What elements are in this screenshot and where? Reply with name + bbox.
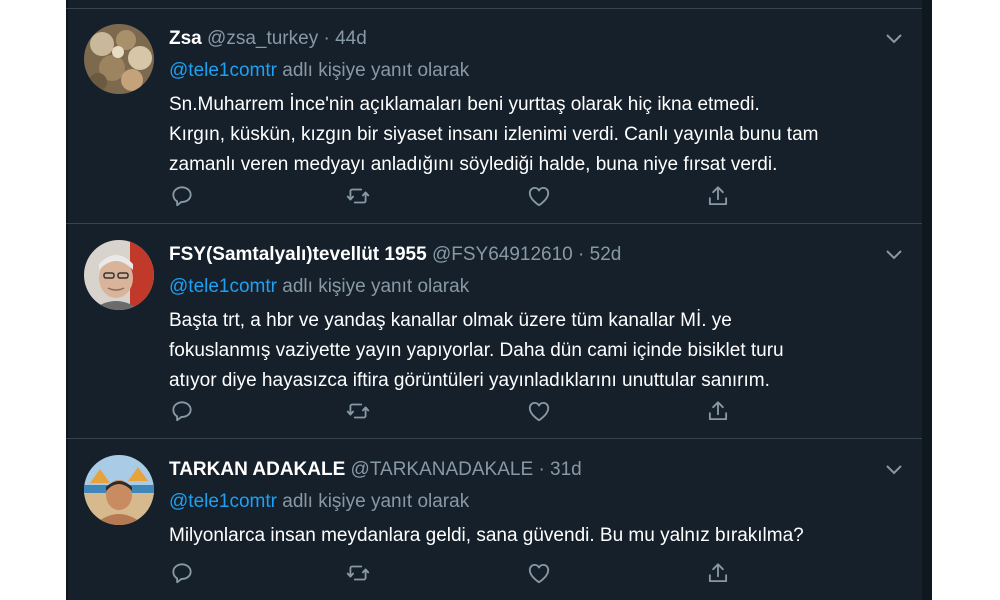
display-name[interactable]: FSY(Samtalyalı)tevellüt 1955 <box>169 244 427 265</box>
reply-context: @tele1comtr adlı kişiye yanıt olarak <box>169 58 892 84</box>
tweet-age[interactable]: 52d <box>590 244 622 265</box>
display-name[interactable]: TARKAN ADAKALE <box>169 459 345 480</box>
avatar[interactable] <box>84 240 154 310</box>
tweet-age[interactable]: 31d <box>550 459 582 480</box>
user-handle[interactable]: @TARKANADAKALE <box>351 459 534 480</box>
tweet-text-line: fokuslanmış vaziyette yayın yapıyorlar. … <box>169 340 784 361</box>
user-handle[interactable]: @zsa_turkey <box>207 28 318 49</box>
reply-icon[interactable] <box>169 183 195 209</box>
retweet-icon[interactable] <box>345 398 371 424</box>
tweet-feed: Zsa @zsa_turkey · 44d @tele1comtr adlı k… <box>66 0 932 600</box>
tweet-text-line: Sn.Muharrem İnce'nin açıklamaları beni y… <box>169 94 760 115</box>
reply-context-label: adlı kişiye yanıt olarak <box>277 276 470 297</box>
mention-link[interactable]: @tele1comtr <box>169 491 277 512</box>
separator-dot: · <box>323 28 330 49</box>
share-icon[interactable] <box>705 560 731 586</box>
avatar-image <box>84 455 154 525</box>
heart-icon[interactable] <box>526 560 552 586</box>
reply-context-label: adlı kişiye yanıt olarak <box>277 491 470 512</box>
reply-icon[interactable] <box>169 560 195 586</box>
reply-icon[interactable] <box>169 398 195 424</box>
separator-dot: · <box>538 459 545 480</box>
tweet-header: FSY(Samtalyalı)tevellüt 1955 @FSY6491261… <box>169 242 892 268</box>
feed-scrollbar-track[interactable] <box>922 0 932 600</box>
tweet-actions <box>169 560 749 586</box>
tweet[interactable]: Zsa @zsa_turkey · 44d @tele1comtr adlı k… <box>66 8 922 224</box>
tweet-text: Sn.Muharrem İnce'nin açıklamaları beni y… <box>169 90 892 180</box>
screenshot-page: Zsa @zsa_turkey · 44d @tele1comtr adlı k… <box>0 0 1000 600</box>
avatar[interactable] <box>84 24 154 94</box>
share-icon[interactable] <box>705 183 731 209</box>
reply-context: @tele1comtr adlı kişiye yanıt olarak <box>169 489 892 515</box>
tweet-header: Zsa @zsa_turkey · 44d <box>169 26 892 52</box>
retweet-icon[interactable] <box>345 183 371 209</box>
chevron-down-icon[interactable] <box>884 248 904 262</box>
tweet[interactable]: FSY(Samtalyalı)tevellüt 1955 @FSY6491261… <box>66 224 922 439</box>
share-icon[interactable] <box>705 398 731 424</box>
tweet-text-line: Milyonlarca insan meydanlara geldi, sana… <box>169 525 804 546</box>
tweet-age[interactable]: 44d <box>335 28 367 49</box>
tweet-text: Milyonlarca insan meydanlara geldi, sana… <box>169 521 892 551</box>
tweet-text-line: Kırgın, küskün, kızgın bir siyaset insan… <box>169 124 819 145</box>
avatar-image <box>84 240 154 310</box>
separator-dot: · <box>578 244 585 265</box>
tweet-text-line: zamanlı veren medyayı anladığını söyledi… <box>169 154 778 175</box>
tweet-actions <box>169 398 749 424</box>
tweet-header: TARKAN ADAKALE @TARKANADAKALE · 31d <box>169 457 892 483</box>
tweet-text: Başta trt, a hbr ve yandaş kanallar olma… <box>169 306 892 396</box>
avatar[interactable] <box>84 455 154 525</box>
display-name[interactable]: Zsa <box>169 28 202 49</box>
retweet-icon[interactable] <box>345 560 371 586</box>
tweet-text-line: Başta trt, a hbr ve yandaş kanallar olma… <box>169 310 732 331</box>
heart-icon[interactable] <box>526 183 552 209</box>
reply-context-label: adlı kişiye yanıt olarak <box>277 60 470 81</box>
heart-icon[interactable] <box>526 398 552 424</box>
mention-link[interactable]: @tele1comtr <box>169 60 277 81</box>
user-handle[interactable]: @FSY64912610 <box>432 244 573 265</box>
chevron-down-icon[interactable] <box>884 32 904 46</box>
chevron-down-icon[interactable] <box>884 463 904 477</box>
mention-link[interactable]: @tele1comtr <box>169 276 277 297</box>
reply-context: @tele1comtr adlı kişiye yanıt olarak <box>169 274 892 300</box>
tweet-text-line: atıyor diye hayasızca iftira görüntüleri… <box>169 370 770 391</box>
tweet-actions <box>169 183 749 209</box>
avatar-image <box>84 24 154 94</box>
tweet[interactable]: TARKAN ADAKALE @TARKANADAKALE · 31d @tel… <box>66 439 922 600</box>
